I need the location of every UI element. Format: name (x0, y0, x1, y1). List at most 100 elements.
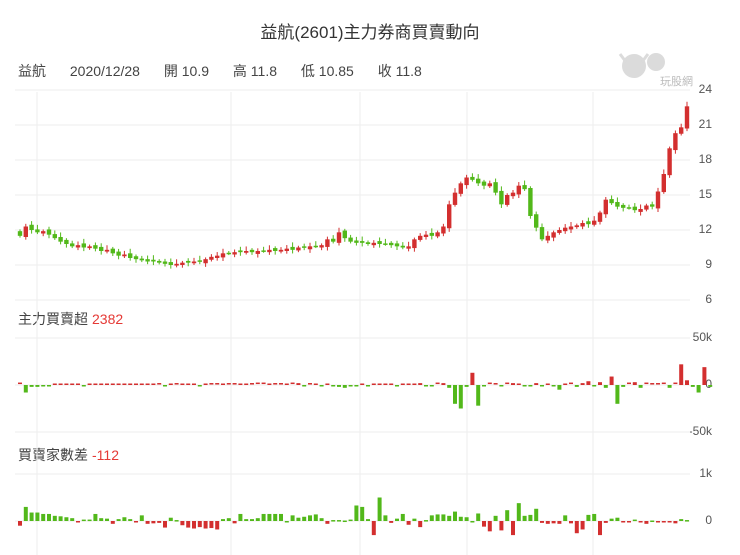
candle-down (365, 242, 371, 244)
main-force-bar (632, 382, 637, 385)
main-force-bar (70, 383, 75, 385)
broker-diff-bar (313, 514, 318, 521)
broker-diff-bar (627, 521, 631, 523)
main-force-bar (209, 383, 214, 385)
candle-up (307, 246, 313, 250)
broker-diff-bar (348, 519, 353, 522)
broker-diff-bar (458, 516, 463, 521)
candle-down (534, 214, 539, 228)
broker-diff-bar (685, 520, 689, 522)
broker-diff-bar (273, 513, 278, 521)
broker-diff-bar (261, 513, 266, 521)
main-force-bar (337, 385, 341, 387)
candle-down (331, 238, 336, 242)
broker-diff-bar (244, 519, 249, 521)
candle-down (383, 243, 388, 245)
broker-diff-bar (134, 521, 138, 523)
broker-diff-bar (284, 521, 289, 523)
main-force-bar (186, 383, 191, 385)
broker-diff-bar (586, 514, 591, 521)
main-force-bar (244, 383, 249, 385)
broker-diff-bar (250, 519, 254, 521)
main-force-bar (221, 383, 225, 385)
main-force-bar (29, 385, 34, 387)
candle-down (621, 204, 626, 208)
candle-up (661, 174, 666, 193)
broker-diff-bar (545, 521, 550, 524)
broker-diff-bar (296, 517, 301, 521)
main-force-bar (638, 385, 643, 388)
broker-diff-bar (412, 518, 417, 521)
broker-diff-bar (638, 521, 643, 523)
broker-diff-bar (609, 518, 614, 521)
candle-up (452, 192, 458, 205)
candle-down (133, 256, 139, 260)
main-force-bar (557, 385, 562, 390)
main-force-bar (464, 385, 469, 387)
broker-diff-bar (116, 519, 121, 521)
candle-down (528, 188, 533, 216)
broker-diff-bar (482, 521, 486, 527)
main-force-bar (383, 383, 388, 385)
main-force-bar (429, 385, 434, 387)
candle-down (539, 227, 545, 240)
broker-diff-bar (644, 521, 649, 524)
candle-down (377, 241, 382, 244)
main-force-bar (447, 385, 452, 388)
candle-up (603, 199, 608, 215)
candle-down (609, 199, 614, 204)
candle-down (354, 240, 359, 243)
broker-diff-bar (163, 521, 167, 528)
main-force-bar (105, 383, 109, 385)
broker-diff-bar (667, 521, 672, 523)
candle-up (191, 261, 197, 264)
main-force-bar (592, 385, 597, 387)
broker-diff-bar (632, 519, 637, 522)
candle-up (255, 251, 260, 254)
broker-diff-bar (522, 515, 527, 521)
candle-down (632, 206, 637, 211)
main-force-bar (238, 383, 243, 385)
candle-up (278, 249, 284, 252)
main-force-bar (267, 383, 272, 385)
main-force-bar (569, 382, 573, 385)
main-force-bar (151, 383, 156, 385)
broker-diff-bar (93, 513, 98, 521)
broker-diff-bar (429, 515, 434, 521)
broker-diff-bar (615, 517, 620, 521)
broker-diff-bar (226, 518, 231, 521)
candle-up (574, 225, 579, 228)
candle-up (122, 254, 127, 257)
main-force-bar (540, 385, 544, 387)
candle-down (522, 185, 527, 190)
broker-diff-bar (232, 521, 237, 524)
main-force-bar (122, 383, 127, 385)
broker-diff-bar (598, 521, 602, 536)
candle-down (99, 246, 104, 251)
candle-up (412, 239, 417, 249)
main-force-bar (667, 385, 672, 388)
main-force-bar (313, 383, 318, 385)
main-force-bar (586, 381, 591, 385)
main-force-bar (685, 380, 689, 385)
broker-diff-bar (453, 511, 457, 521)
candle-up (667, 148, 672, 176)
candle-down (151, 259, 156, 262)
broker-diff-bar (342, 520, 347, 523)
main-force-bar (516, 383, 521, 385)
main-force-bar (81, 385, 86, 387)
broker-diff-bar (145, 521, 150, 524)
broker-diff-bar (290, 515, 295, 521)
candle-up (557, 230, 562, 233)
main-force-bar (574, 385, 579, 387)
broker-diff-bar (105, 518, 109, 521)
broker-diff-bar (192, 521, 196, 529)
candle-down (81, 243, 86, 248)
candle-up (41, 231, 46, 234)
candle-down (493, 182, 498, 193)
main-force-bar (441, 383, 446, 385)
candle-down (481, 181, 487, 186)
main-force-bar (290, 382, 295, 385)
broker-diff-bar (209, 521, 214, 529)
main-force-bar (163, 385, 167, 387)
